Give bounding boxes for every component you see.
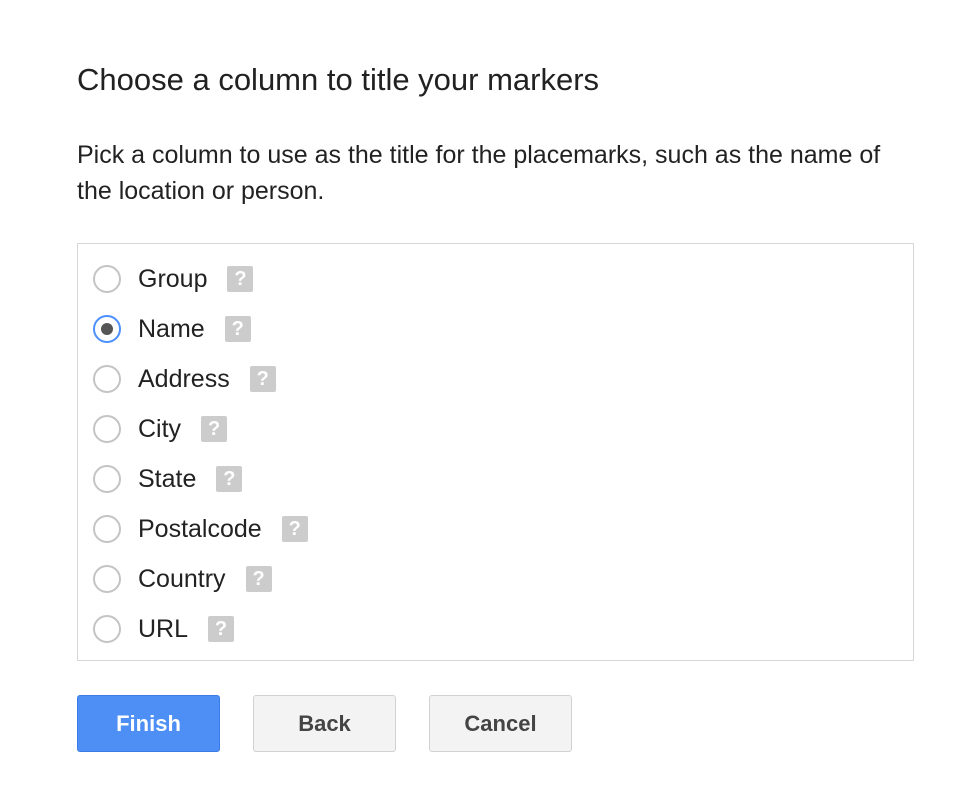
option-label: URL [138, 614, 189, 643]
option-label: Group [138, 264, 208, 293]
option-label: Address [138, 364, 230, 393]
option-state[interactable]: State ? [93, 459, 243, 499]
help-glyph: ? [231, 318, 244, 340]
option-address[interactable]: Address ? [93, 359, 276, 399]
option-label: Name [138, 314, 205, 343]
dialog-description: Pick a column to use as the title for th… [77, 141, 881, 205]
help-glyph: ? [288, 518, 301, 540]
help-icon[interactable]: ? [216, 466, 243, 492]
help-icon[interactable]: ? [249, 366, 276, 392]
radio-button[interactable] [93, 465, 121, 493]
help-icon[interactable]: ? [245, 566, 272, 592]
help-glyph: ? [252, 568, 265, 590]
radio-button[interactable] [93, 515, 121, 543]
help-glyph: ? [207, 418, 221, 440]
help-glyph: ? [234, 268, 247, 290]
help-icon[interactable]: ? [227, 266, 254, 292]
help-glyph: ? [223, 468, 236, 490]
help-icon[interactable]: ? [281, 516, 308, 542]
option-label: Country [138, 564, 226, 593]
back-button[interactable]: Back [253, 695, 396, 752]
cancel-button[interactable]: Cancel [429, 695, 572, 752]
option-name[interactable]: Name ? [93, 309, 251, 349]
option-city[interactable]: City ? [93, 409, 228, 449]
dialog-title: Choose a column to title your markers [77, 62, 600, 97]
option-label: State [138, 464, 197, 493]
radio-button[interactable] [93, 615, 121, 643]
radio-button[interactable] [93, 365, 121, 393]
radio-button[interactable] [93, 415, 121, 443]
finish-button[interactable]: Finish [77, 695, 220, 752]
help-icon[interactable]: ? [208, 616, 235, 642]
help-icon[interactable]: ? [224, 316, 251, 342]
option-postalcode[interactable]: Postalcode ? [93, 509, 308, 549]
column-options-list: Group ? Name ? Address ? City ? State ? … [77, 243, 914, 661]
help-glyph: ? [256, 368, 269, 390]
radio-button[interactable] [93, 565, 121, 593]
help-icon[interactable]: ? [201, 416, 228, 442]
option-country[interactable]: Country ? [93, 559, 272, 599]
radio-button[interactable] [93, 265, 121, 293]
help-glyph: ? [214, 618, 228, 640]
option-label: Postalcode [138, 514, 262, 543]
radio-button-selected[interactable] [93, 315, 121, 343]
option-label: City [138, 414, 182, 443]
option-url[interactable]: URL ? [93, 609, 235, 649]
option-group[interactable]: Group ? [93, 259, 254, 299]
